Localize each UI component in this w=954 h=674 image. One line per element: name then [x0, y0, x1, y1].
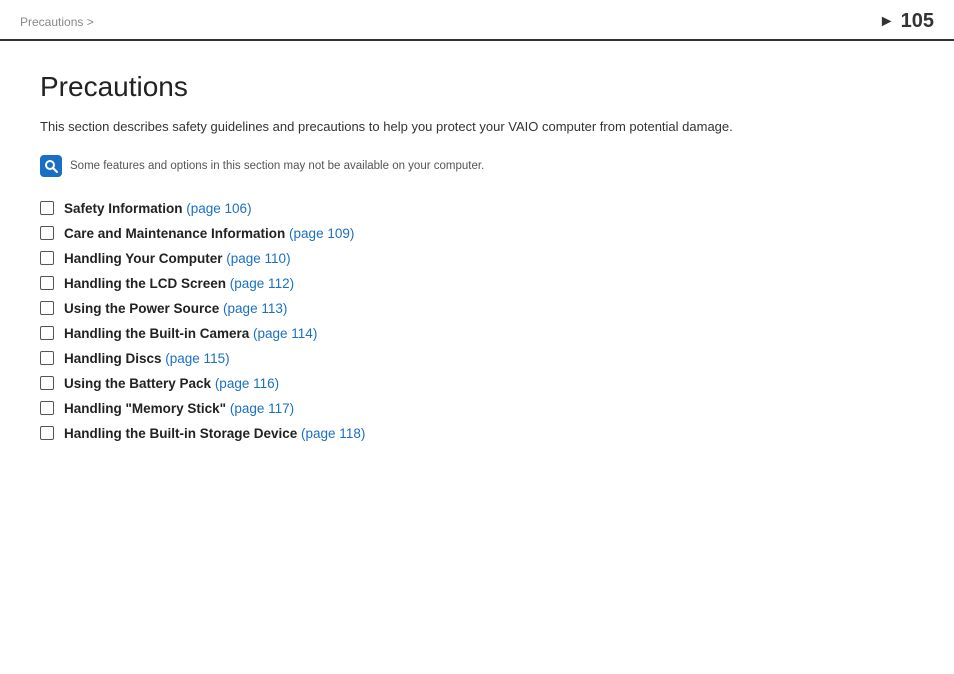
- toc-item-link[interactable]: (page 113): [223, 301, 287, 316]
- toc-item-label: Using the Battery Pack (page 116): [64, 376, 279, 391]
- list-item: Using the Power Source (page 113): [40, 301, 914, 316]
- checkbox-icon: [40, 426, 54, 440]
- toc-list: Safety Information (page 106) Care and Ma…: [40, 201, 914, 441]
- list-item: Handling Discs (page 115): [40, 351, 914, 366]
- main-content: Precautions This section describes safet…: [0, 41, 954, 471]
- checkbox-icon: [40, 326, 54, 340]
- page-number: 105: [901, 10, 934, 33]
- toc-item-link[interactable]: (page 112): [230, 276, 294, 291]
- toc-item-link[interactable]: (page 116): [215, 376, 279, 391]
- note-text: Some features and options in this sectio…: [70, 155, 484, 175]
- list-item: Care and Maintenance Information (page 1…: [40, 226, 914, 241]
- checkbox-icon: [40, 201, 54, 215]
- search-icon: [44, 159, 58, 173]
- toc-item-label: Care and Maintenance Information (page 1…: [64, 226, 354, 241]
- toc-item-link[interactable]: (page 106): [186, 201, 251, 216]
- list-item: Handling Your Computer (page 110): [40, 251, 914, 266]
- checkbox-icon: [40, 226, 54, 240]
- breadcrumb-bar: Precautions > ► 105: [0, 0, 954, 41]
- list-item: Handling the Built-in Storage Device (pa…: [40, 426, 914, 441]
- checkbox-icon: [40, 376, 54, 390]
- checkbox-icon: [40, 251, 54, 265]
- toc-item-label: Handling the Built-in Storage Device (pa…: [64, 426, 365, 441]
- note-box: Some features and options in this sectio…: [40, 155, 914, 177]
- breadcrumb: Precautions >: [20, 15, 94, 29]
- toc-item-label: Handling the Built-in Camera (page 114): [64, 326, 317, 341]
- checkbox-icon: [40, 351, 54, 365]
- toc-item-link[interactable]: (page 118): [301, 426, 365, 441]
- toc-item-link[interactable]: (page 117): [230, 401, 294, 416]
- toc-item-link[interactable]: (page 109): [289, 226, 354, 241]
- page-description: This section describes safety guidelines…: [40, 117, 914, 137]
- checkbox-icon: [40, 301, 54, 315]
- toc-item-label: Handling "Memory Stick" (page 117): [64, 401, 294, 416]
- checkbox-icon: [40, 401, 54, 415]
- list-item: Safety Information (page 106): [40, 201, 914, 216]
- list-item: Handling the Built-in Camera (page 114): [40, 326, 914, 341]
- arrow-icon: ►: [879, 13, 895, 31]
- list-item: Handling "Memory Stick" (page 117): [40, 401, 914, 416]
- checkbox-icon: [40, 276, 54, 290]
- toc-item-link[interactable]: (page 115): [165, 351, 229, 366]
- page-number-container: ► 105: [879, 10, 934, 33]
- page-title: Precautions: [40, 71, 914, 103]
- note-icon: [40, 155, 62, 177]
- toc-item-label: Using the Power Source (page 113): [64, 301, 287, 316]
- toc-item-label: Handling Your Computer (page 110): [64, 251, 291, 266]
- toc-item-label: Handling Discs (page 115): [64, 351, 230, 366]
- toc-item-link[interactable]: (page 110): [226, 251, 290, 266]
- list-item: Using the Battery Pack (page 116): [40, 376, 914, 391]
- toc-item-label: Safety Information (page 106): [64, 201, 252, 216]
- toc-item-link[interactable]: (page 114): [253, 326, 317, 341]
- list-item: Handling the LCD Screen (page 112): [40, 276, 914, 291]
- toc-item-label: Handling the LCD Screen (page 112): [64, 276, 294, 291]
